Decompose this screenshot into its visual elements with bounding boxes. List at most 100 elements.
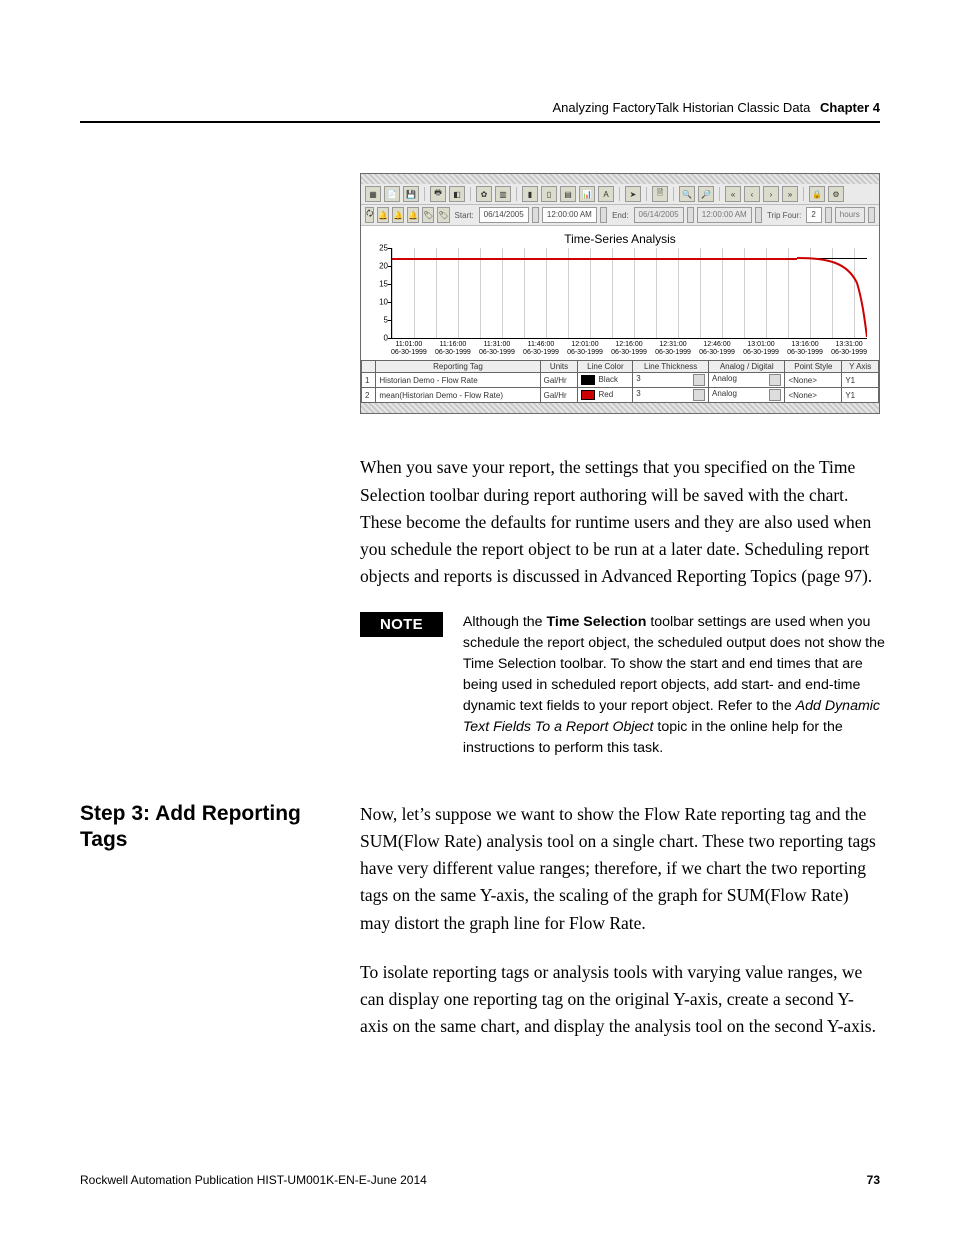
step3-heading: Step 3: Add Reporting Tags [80, 801, 360, 854]
y-tick-label: 25 [372, 244, 388, 253]
note-text-bold: Time Selection [547, 614, 647, 630]
legend-cell: Historian Demo - Flow Rate [376, 373, 540, 388]
legend-header-cell: Reporting Tag [376, 361, 540, 373]
open-icon[interactable]: 📄 [384, 186, 400, 202]
legend-cell: <None> [785, 373, 842, 388]
legend-header-cell: Units [540, 361, 578, 373]
refresh-icon[interactable]: 🗘 [365, 207, 374, 223]
header-rule [80, 121, 880, 123]
toolbar-row-1: ▦ 📄 💾 🖶 ◧ ✿ ▥ ▮ ▯ ▤ 📊 A ➤ 🗎 � [361, 184, 879, 205]
chart-type-a-icon[interactable]: ▮ [522, 186, 538, 202]
new-icon[interactable]: ▦ [365, 186, 381, 202]
time-selection-toolbar: 🗘 🔔 🔔 🔔 🏷 🏷 Start: 06/14/2005 12:00:00 A… [361, 205, 879, 226]
dropdown-icon[interactable] [769, 374, 781, 386]
x-tick-label: 12:01:0006-30-1999 [567, 341, 603, 356]
nav-prev-icon[interactable]: ‹ [744, 186, 760, 202]
legend-cell: 3 [633, 388, 709, 403]
nav-first-icon[interactable]: « [725, 186, 741, 202]
text-icon[interactable]: A [598, 186, 614, 202]
legend-table: Reporting TagUnitsLine ColorLine Thickne… [361, 360, 879, 403]
legend-cell: Black [578, 373, 633, 388]
start-time-spinner[interactable] [600, 207, 607, 223]
end-date-dropdown-icon[interactable] [687, 207, 694, 223]
y-tick-mark [388, 320, 392, 321]
nav-last-icon[interactable]: » [782, 186, 798, 202]
end-time-spinner[interactable] [755, 207, 762, 223]
legend-row: 2mean(Historian Demo - Flow Rate)Gal/HrR… [362, 388, 879, 403]
note-block: NOTE Although the Time Selection toolbar… [360, 612, 900, 759]
time-series-screenshot: ▦ 📄 💾 🖶 ◧ ✿ ▥ ▮ ▯ ▤ 📊 A ➤ 🗎 � [360, 173, 880, 414]
chart-xaxis: 11:01:0006-30-1999 11:16:0006-30-1999 11:3… [391, 339, 867, 356]
separator [803, 187, 804, 201]
print-icon[interactable]: 🖶 [430, 186, 446, 202]
dropdown-icon[interactable] [769, 389, 781, 401]
legend-cell: 2 [362, 388, 376, 403]
separator [470, 187, 471, 201]
legend-cell: 1 [362, 373, 376, 388]
lock-icon[interactable]: 🔒 [809, 186, 825, 202]
doc-icon[interactable]: 🗎 [652, 186, 668, 202]
color-swatch [581, 390, 595, 400]
publication-id: Rockwell Automation Publication HIST-UM0… [80, 1173, 427, 1187]
legend-cell: mean(Historian Demo - Flow Rate) [376, 388, 540, 403]
trip-unit-field[interactable]: hours [835, 207, 865, 223]
step3-paragraph-1: Now, let’s suppose we want to show the F… [360, 801, 880, 937]
bar-chart-icon[interactable]: 📊 [579, 186, 595, 202]
y-tick-label: 0 [372, 334, 388, 343]
x-tick-label: 11:31:0006-30-1999 [479, 341, 515, 356]
running-header-title: Analyzing FactoryTalk Historian Classic … [552, 100, 810, 115]
end-date-field[interactable]: 06/14/2005 [634, 207, 684, 223]
legend-row: 1Historian Demo - Flow RateGal/HrBlack3A… [362, 373, 879, 388]
y-tick-mark [388, 266, 392, 267]
note-text-seg1: Although the [463, 614, 547, 630]
y-tick-mark [388, 284, 392, 285]
x-tick-label: 12:16:0006-30-1999 [611, 341, 647, 356]
preview-icon[interactable]: ◧ [449, 186, 465, 202]
legend-header-cell: Analog / Digital [708, 361, 784, 373]
chart-area: Time-Series Analysis 0510152025 11:01:00… [361, 226, 879, 360]
settings-icon[interactable]: ⚙ [828, 186, 844, 202]
end-time-field[interactable]: 12:00:00 AM [697, 207, 752, 223]
grid-icon[interactable]: ▥ [495, 186, 511, 202]
chart-type-c-icon[interactable]: ▤ [560, 186, 576, 202]
separator [646, 187, 647, 201]
alarm-b-icon[interactable]: 🔔 [392, 207, 404, 223]
page-number: 73 [867, 1173, 880, 1187]
tool-icon[interactable]: ✿ [476, 186, 492, 202]
legend-header-cell: Line Thickness [633, 361, 709, 373]
save-icon[interactable]: 💾 [403, 186, 419, 202]
run-icon[interactable]: ➤ [625, 186, 641, 202]
legend-cell: <None> [785, 388, 842, 403]
alarm-a-icon[interactable]: 🔔 [377, 207, 389, 223]
y-tick-label: 10 [372, 298, 388, 307]
dropdown-icon[interactable] [693, 374, 705, 386]
tag-b-icon[interactable]: 🏷 [437, 207, 449, 223]
window-titlebar [361, 174, 879, 184]
window-bottom-border [361, 403, 879, 413]
start-date-dropdown-icon[interactable] [532, 207, 539, 223]
trip-value-field[interactable]: 2 [806, 207, 821, 223]
x-tick-label: 11:16:0006-30-1999 [435, 341, 471, 356]
chart-plot: 0510152025 [391, 248, 867, 339]
trip-unit-dropdown-icon[interactable] [868, 207, 875, 223]
x-tick-label: 12:46:0006-30-1999 [699, 341, 735, 356]
chart-type-b-icon[interactable]: ▯ [541, 186, 557, 202]
start-time-field[interactable]: 12:00:00 AM [542, 207, 597, 223]
start-date-field[interactable]: 06/14/2005 [479, 207, 529, 223]
running-header: Analyzing FactoryTalk Historian Classic … [80, 100, 880, 115]
tag-a-icon[interactable]: 🏷 [422, 207, 434, 223]
zoom-out-icon[interactable]: 🔎 [698, 186, 714, 202]
x-tick-label: 11:01:0006-30-1999 [391, 341, 427, 356]
nav-next-icon[interactable]: › [763, 186, 779, 202]
zoom-in-icon[interactable]: 🔍 [679, 186, 695, 202]
alarm-c-icon[interactable]: 🔔 [407, 207, 419, 223]
end-label: End: [610, 211, 630, 220]
page-footer: Rockwell Automation Publication HIST-UM0… [80, 1173, 880, 1187]
trip-value-spinner[interactable] [825, 207, 832, 223]
x-tick-label: 13:16:0006-30-1999 [787, 341, 823, 356]
legend-cell: Y1 [842, 373, 879, 388]
legend-cell: Analog [708, 388, 784, 403]
separator [424, 187, 425, 201]
dropdown-icon[interactable] [693, 389, 705, 401]
x-tick-label: 11:46:0006-30-1999 [523, 341, 559, 356]
